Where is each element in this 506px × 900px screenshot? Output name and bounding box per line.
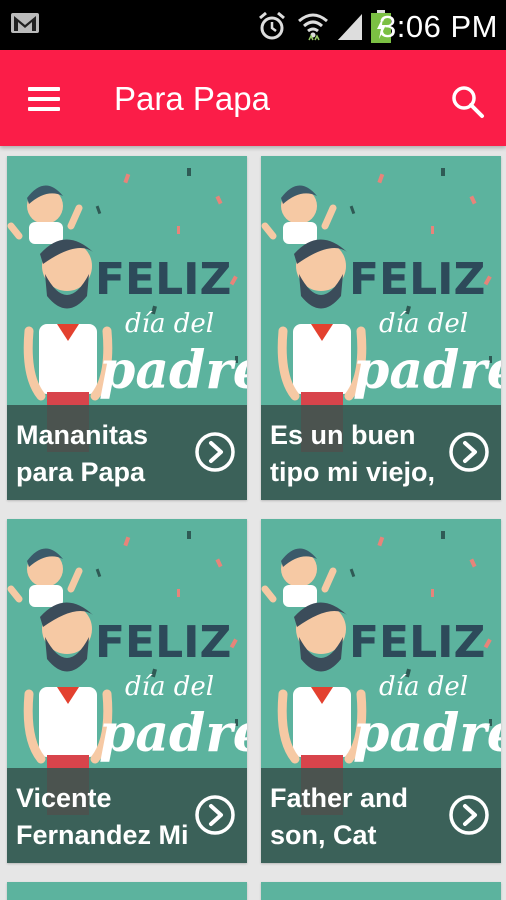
art-padre: padre <box>353 703 501 764</box>
hamburger-menu-icon[interactable] <box>22 82 66 116</box>
card-title: Vicente Fernandez Mi <box>16 783 189 850</box>
art-feliz: FELIZ <box>95 617 231 668</box>
card-caption: Mananitas para Papa <box>7 405 247 500</box>
card-item-partial[interactable] <box>7 882 247 900</box>
art-feliz: FELIZ <box>95 254 231 305</box>
card-caption: Father and son, Cat <box>261 768 501 863</box>
art-padre: padre <box>353 340 501 401</box>
app-bar: Para Papa <box>0 50 506 146</box>
chevron-right-icon[interactable] <box>194 431 236 473</box>
status-bar: 3:06 PM <box>0 0 506 50</box>
card-item[interactable]: FELIZ día del padre Father and son, Cat <box>261 519 501 863</box>
status-time: 3:06 PM <box>379 9 498 44</box>
art-padre: padre <box>99 703 247 764</box>
card-title: Father and son, Cat <box>270 783 409 850</box>
app-title: Para Papa <box>114 80 270 117</box>
card-item[interactable]: FELIZ día del padre Vicente Fernandez Mi <box>7 519 247 863</box>
chevron-right-icon[interactable] <box>448 431 490 473</box>
art-padre: padre <box>99 340 247 401</box>
art-dia-del: día del <box>125 309 214 339</box>
card-caption: Es un buen tipo mi viejo, <box>261 405 501 500</box>
chevron-right-icon[interactable] <box>448 794 490 836</box>
art-feliz: FELIZ <box>349 254 485 305</box>
card-caption: Vicente Fernandez Mi <box>7 768 247 863</box>
art-dia-del: día del <box>379 309 468 339</box>
card-title: Es un buen tipo mi viejo, <box>270 420 436 487</box>
wifi-icon <box>298 13 328 41</box>
card-title: Mananitas para Papa <box>16 420 149 487</box>
alarm-icon <box>259 11 285 40</box>
search-icon[interactable] <box>448 82 488 122</box>
gmail-icon <box>11 13 39 33</box>
art-feliz: FELIZ <box>349 617 485 668</box>
card-item-partial[interactable] <box>261 882 501 900</box>
art-dia-del: día del <box>379 672 468 702</box>
card-item[interactable]: FELIZ día del padre Es un buen tipo mi v… <box>261 156 501 500</box>
signal-icon <box>338 14 362 40</box>
card-item[interactable]: FELIZ día del padre Mananitas para Papa <box>7 156 247 500</box>
art-dia-del: día del <box>125 672 214 702</box>
chevron-right-icon[interactable] <box>194 794 236 836</box>
